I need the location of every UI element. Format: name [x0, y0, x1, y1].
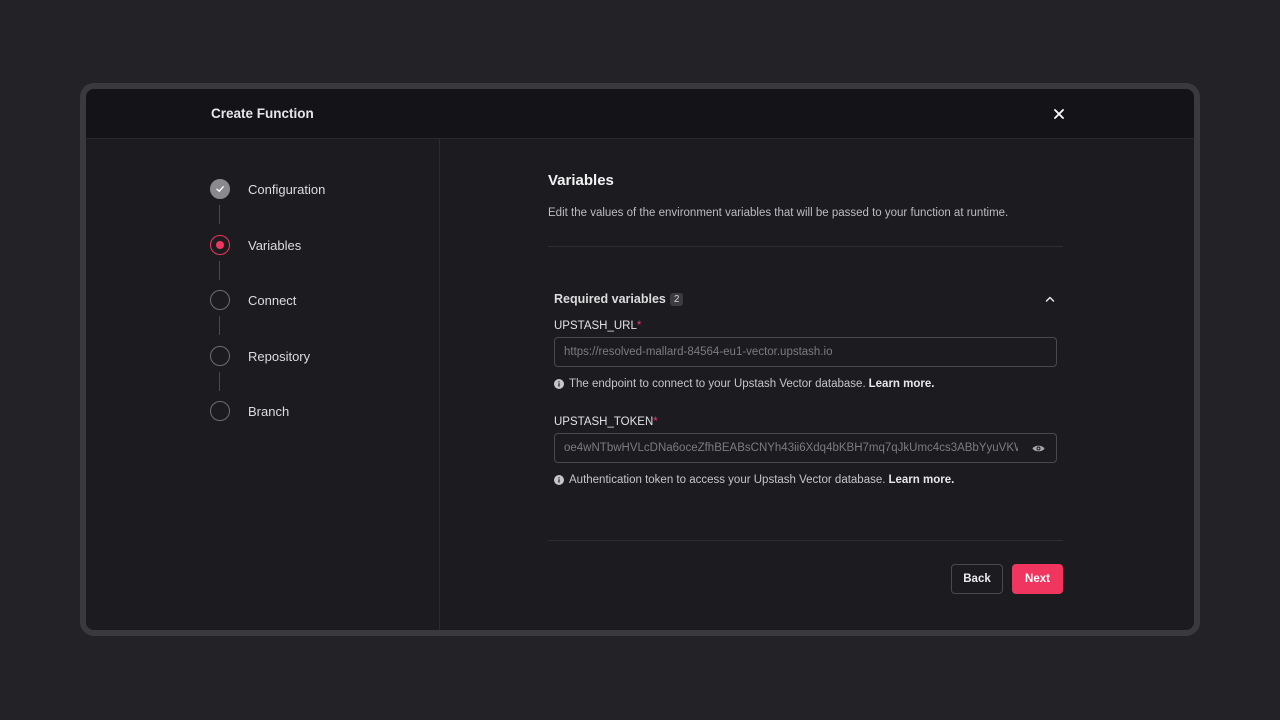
- next-button[interactable]: Next: [1012, 564, 1063, 594]
- upstash-token-label: UPSTASH_TOKEN*: [554, 416, 658, 428]
- section-description: Edit the values of the environment varia…: [548, 207, 1009, 219]
- learn-more-link[interactable]: Learn more.: [869, 378, 935, 390]
- modal-title: Create Function: [211, 106, 314, 121]
- stepper-sidebar: Configuration Variables Connect Reposito…: [86, 139, 440, 630]
- step-repository[interactable]: Repository: [210, 346, 310, 366]
- required-asterisk: *: [636, 320, 642, 332]
- divider: [548, 246, 1063, 247]
- collapse-button[interactable]: [1043, 292, 1057, 306]
- step-connector: [219, 372, 220, 391]
- section-title: Variables: [548, 172, 614, 189]
- back-button[interactable]: Back: [951, 564, 1003, 594]
- learn-more-link[interactable]: Learn more.: [888, 474, 954, 486]
- hint-text: The endpoint to connect to your Upstash …: [569, 378, 866, 390]
- divider: [548, 540, 1063, 541]
- upstash-url-label: UPSTASH_URL*: [554, 320, 641, 332]
- field-label-text: UPSTASH_URL: [554, 320, 637, 332]
- step-label: Connect: [248, 292, 297, 308]
- step-label: Repository: [248, 348, 311, 364]
- toggle-visibility-button[interactable]: [1030, 440, 1046, 456]
- step-configuration[interactable]: Configuration: [210, 179, 325, 199]
- step-label: Branch: [248, 403, 290, 419]
- info-icon: [554, 379, 564, 389]
- step-pending-indicator: [210, 290, 230, 310]
- step-connect[interactable]: Connect: [210, 290, 296, 310]
- create-function-modal: Create Function Configuration Variables: [80, 83, 1200, 636]
- hint-text: Authentication token to access your Upst…: [569, 474, 886, 486]
- close-button[interactable]: [1050, 105, 1068, 123]
- required-variables-title: Required variables: [554, 292, 666, 306]
- eye-icon: [1032, 445, 1044, 451]
- check-icon: [216, 186, 224, 192]
- step-variables[interactable]: Variables: [210, 235, 301, 255]
- step-connector: [219, 316, 220, 335]
- step-active-indicator: [210, 235, 230, 255]
- modal-header: Create Function: [86, 89, 1194, 139]
- step-label: Configuration: [248, 181, 326, 197]
- step-connector: [219, 205, 220, 224]
- field-label-text: UPSTASH_TOKEN: [554, 416, 654, 428]
- step-completed-indicator: [210, 179, 230, 199]
- upstash-url-input[interactable]: [554, 337, 1057, 367]
- upstash-token-hint: Authentication token to access your Upst…: [554, 474, 954, 486]
- count-badge: 2: [669, 292, 684, 306]
- step-connector: [219, 261, 220, 280]
- info-icon: [554, 475, 564, 485]
- required-asterisk: *: [653, 416, 658, 428]
- chevron-up-icon: [1045, 296, 1055, 302]
- step-branch[interactable]: Branch: [210, 401, 289, 421]
- active-dot: [216, 241, 224, 249]
- step-pending-indicator: [210, 346, 230, 366]
- step-pending-indicator: [210, 401, 230, 421]
- upstash-url-hint: The endpoint to connect to your Upstash …: [554, 378, 934, 390]
- close-icon: [1054, 109, 1064, 119]
- required-variables-header[interactable]: Required variables 2: [554, 291, 1057, 307]
- upstash-token-input[interactable]: [554, 433, 1057, 463]
- step-label: Variables: [248, 237, 302, 253]
